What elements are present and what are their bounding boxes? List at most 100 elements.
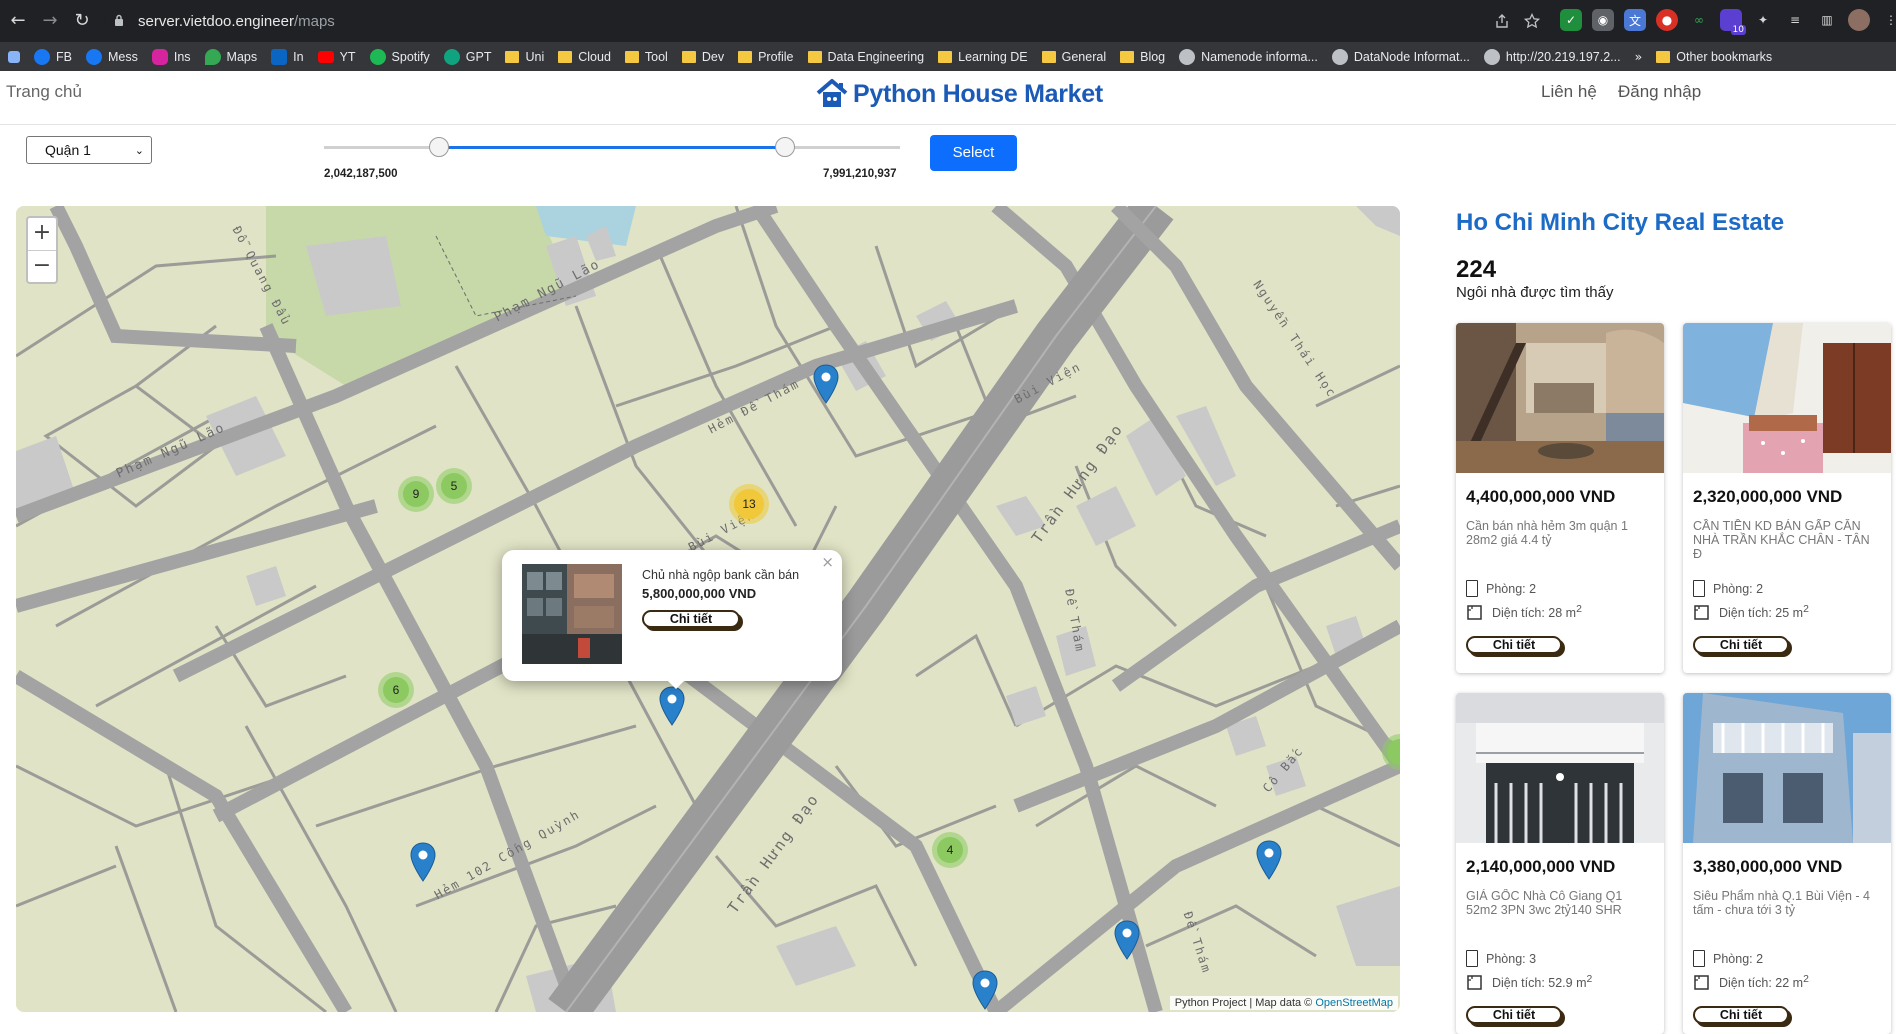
bookmark-ins[interactable]: Ins	[151, 48, 191, 65]
listing-card[interactable]: 3,380,000,000 VND Siêu Phẩm nhà Q.1 Bùi …	[1683, 693, 1891, 1034]
back-icon[interactable]: ←	[6, 9, 30, 33]
map-pin-icon[interactable]	[972, 970, 998, 1010]
marker-cluster[interactable]: 6	[378, 672, 414, 708]
select-button[interactable]: Select	[930, 135, 1017, 171]
badge-extension-icon[interactable]: 10	[1720, 9, 1746, 35]
bookmark-learning-de[interactable]: Learning DE	[938, 50, 1028, 64]
popup-detail-button[interactable]: Chi tiết	[642, 610, 740, 628]
linkedin-icon	[271, 48, 288, 65]
marker-cluster[interactable]: 4	[932, 832, 968, 868]
bookmark-namenode[interactable]: Namenode informa...	[1179, 48, 1318, 65]
listing-detail-button[interactable]: Chi tiết	[1466, 1006, 1562, 1024]
sidepanel-icon[interactable]: ▥	[1816, 9, 1838, 31]
price-min-handle[interactable]	[429, 137, 450, 157]
bookmark-label: Learning DE	[958, 49, 1028, 64]
bookmark-cloud[interactable]: Cloud	[558, 50, 611, 64]
door-icon	[1466, 580, 1478, 597]
popup-house-photo[interactable]	[522, 564, 622, 664]
bookmark-maps[interactable]: Maps	[204, 48, 257, 65]
listing-card[interactable]: 4,400,000,000 VND Cần bán nhà hẻm 3m quậ…	[1456, 323, 1664, 673]
bookmark-label: FB	[56, 49, 72, 64]
listing-detail-button[interactable]: Chi tiết	[1466, 636, 1562, 654]
bookmark-star-icon[interactable]	[1524, 13, 1540, 29]
listing-detail-button[interactable]: Chi tiết	[1693, 1006, 1789, 1024]
reload-icon[interactable]: ↻	[70, 9, 94, 33]
bookmark-in[interactable]: In	[271, 48, 304, 65]
camera-extension-icon[interactable]: ◉	[1592, 9, 1614, 31]
map-pin-icon[interactable]	[410, 842, 436, 882]
zoom-out-button[interactable]: −	[28, 250, 56, 282]
reading-list-icon[interactable]: ≡	[1784, 9, 1806, 31]
bookmark-fb[interactable]: FB	[34, 48, 72, 65]
youtube-icon	[317, 50, 334, 63]
bookmark-tool[interactable]: Tool	[624, 50, 668, 64]
address-bar[interactable]: server.vietdoo.engineer/maps	[104, 7, 1544, 35]
nav-contact-link[interactable]: Liên hệ	[1541, 82, 1597, 102]
result-count-label: Ngôi nhà được tìm thấy	[1456, 284, 1614, 301]
bookmark-ip[interactable]: http://20.219.197.2...	[1483, 48, 1621, 65]
bookmark-spotify[interactable]: Spotify	[369, 48, 430, 65]
bookmark-uni[interactable]: Uni	[505, 50, 544, 64]
district-select[interactable]: Quận 1 ⌄	[26, 136, 152, 164]
folder-icon	[1041, 50, 1056, 63]
map-view[interactable]: Phạm Ngũ Lão Phạm Ngũ Lão Đỗ Quang Đẩu H…	[16, 206, 1400, 1012]
bookmark-mess[interactable]: Mess	[85, 48, 138, 65]
marker-cluster[interactable]: 13	[729, 484, 769, 524]
listing-detail-button[interactable]: Chi tiết	[1693, 636, 1789, 654]
brand-logo[interactable]: Python House Market	[815, 77, 1103, 111]
profile-avatar-icon[interactable]	[1848, 9, 1870, 31]
listing-card[interactable]: 2,140,000,000 VND GIÁ GỐC Nhà Cô Giang Q…	[1456, 693, 1664, 1034]
listing-photo[interactable]	[1456, 693, 1664, 843]
nav-home-link[interactable]: Trang chủ	[6, 82, 82, 102]
menu-kebab-icon[interactable]: ⋮	[1880, 9, 1896, 31]
nav-login-link[interactable]: Đăng nhập	[1618, 82, 1701, 102]
listing-photo[interactable]	[1683, 323, 1891, 473]
bookmark-data-engineering[interactable]: Data Engineering	[807, 50, 924, 64]
puzzle-extension-icon[interactable]: ✦	[1752, 9, 1774, 31]
bookmark-gpt[interactable]: GPT	[443, 48, 491, 65]
listing-photo[interactable]	[1456, 323, 1664, 473]
lock-icon[interactable]	[114, 14, 124, 26]
bookmark-apps[interactable]	[8, 50, 20, 63]
url-text[interactable]: server.vietdoo.engineer/maps	[138, 13, 335, 30]
bookmark-dev[interactable]: Dev	[681, 50, 724, 64]
map-pin-icon[interactable]	[659, 686, 685, 726]
bookmark-yt[interactable]: YT	[317, 49, 356, 64]
extension-badge: 10	[1730, 25, 1746, 35]
popup-close-button[interactable]: ×	[821, 553, 834, 571]
record-extension-icon[interactable]: ●	[1656, 9, 1678, 31]
bookmark-label: YT	[339, 49, 356, 64]
shield-extension-icon[interactable]: ✓	[1560, 9, 1582, 31]
map-pin-icon[interactable]	[1114, 920, 1140, 960]
rooms-text: Phòng: 2	[1713, 951, 1764, 966]
forward-icon[interactable]: →	[38, 9, 62, 33]
zoom-in-button[interactable]: +	[28, 218, 56, 250]
bookmark-label: Other bookmarks	[1676, 49, 1773, 64]
house-facade-photo-image	[1456, 693, 1664, 843]
price-range-slider[interactable]	[324, 137, 900, 157]
marker-cluster[interactable]: 9	[398, 476, 434, 512]
map-pin-icon[interactable]	[813, 364, 839, 404]
price-max-handle[interactable]	[774, 137, 795, 157]
bookmark-profile[interactable]: Profile	[738, 50, 794, 64]
glasses-extension-icon[interactable]: ∞	[1688, 9, 1710, 31]
chevron-down-icon: ⌄	[134, 144, 144, 157]
bookmark-datanode[interactable]: DataNode Informat...	[1331, 48, 1470, 65]
listing-photo[interactable]	[1683, 693, 1891, 843]
bookmark-blog[interactable]: Blog	[1120, 50, 1165, 64]
listing-card[interactable]: 2,320,000,000 VND CẦN TIỀN KD BÁN GẤP CĂ…	[1683, 323, 1891, 673]
openstreetmap-link[interactable]: OpenStreetMap	[1315, 997, 1393, 1009]
marker-cluster[interactable]: 5	[436, 468, 472, 504]
folder-icon	[558, 50, 573, 63]
listing-description: Cần bán nhà hẻm 3m quận 1 28m2 giá 4.4 t…	[1466, 519, 1628, 547]
translate-extension-icon[interactable]: 文	[1624, 9, 1646, 31]
bookmark-other[interactable]: Other bookmarks	[1656, 50, 1772, 64]
bookmark-label: Cloud	[578, 49, 611, 64]
listing-rooms: Phòng: 2	[1693, 950, 1763, 967]
bookmark-general[interactable]: General	[1041, 50, 1106, 64]
maps-pin-icon	[204, 48, 221, 65]
listing-price: 2,140,000,000 VND	[1466, 857, 1616, 876]
share-icon[interactable]	[1494, 13, 1510, 29]
map-pin-icon[interactable]	[1256, 840, 1282, 880]
bookmarks-overflow[interactable]: »	[1635, 49, 1643, 64]
